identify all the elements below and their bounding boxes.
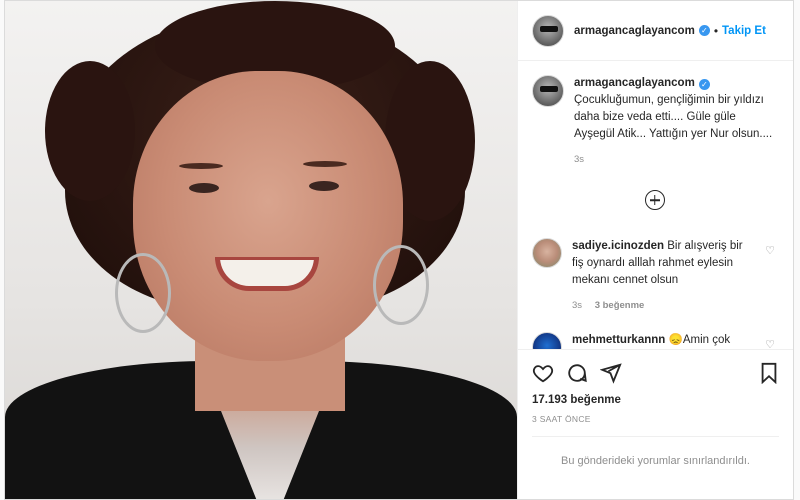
comment-like-heart-icon[interactable]: ♡ [765, 244, 775, 257]
follow-button[interactable]: Takip Et [722, 25, 766, 37]
earring [115, 253, 171, 333]
post-sidebar: armagancaglayancom ✓ • Takip Et armaganc… [517, 1, 793, 499]
post-photo[interactable] [5, 1, 517, 499]
post-actions: 17.193 beğenme 3 SAAT ÖNCE Bu gönderidek… [518, 349, 793, 499]
caption-avatar[interactable] [532, 75, 564, 107]
bookmark-icon[interactable] [759, 362, 779, 384]
comments-section[interactable]: armagancaglayancom ✓ Çocukluğumun, gençli… [518, 61, 793, 349]
comment-item: mehmetturkannn 😞Amin çok severdim ne kad… [532, 332, 777, 349]
verified-badge-icon: ✓ [698, 25, 710, 36]
photo-face [133, 71, 403, 361]
heart-icon[interactable] [532, 362, 554, 384]
comments-restricted-notice: Bu gönderideki yorumlar sınırlandırıldı. [532, 436, 779, 467]
likes-label: beğenme [570, 394, 621, 406]
commenter-avatar[interactable] [532, 238, 562, 268]
earring [373, 245, 429, 325]
comment-likes[interactable]: 3 beğenme [595, 300, 645, 311]
likes-number: 17.193 [532, 394, 568, 406]
caption-text: Çocukluğumun, gençliğimin bir yıldızı da… [574, 94, 773, 140]
verified-badge-icon: ✓ [698, 79, 710, 90]
post-header: armagancaglayancom ✓ • Takip Et [518, 1, 793, 61]
comment-username[interactable]: sadiye.icinozden [572, 240, 664, 252]
comment-time: 3s [572, 300, 583, 311]
commenter-avatar[interactable] [532, 332, 562, 349]
share-icon[interactable] [600, 362, 622, 384]
comment-like-heart-icon[interactable]: ♡ [765, 338, 775, 349]
likes-count[interactable]: 17.193 beğenme [532, 394, 779, 406]
comment-item: sadiye.icinozden Bir alışveriş bir fiş o… [532, 238, 777, 314]
comment-meta: 3s 3 beğenme [572, 297, 747, 314]
author-username[interactable]: armagancaglayancom [574, 25, 695, 37]
separator-dot: • [713, 23, 719, 38]
add-comment-icon[interactable] [644, 190, 665, 210]
author-avatar[interactable] [532, 14, 564, 47]
caption-username[interactable]: armagancaglayancom [574, 77, 695, 89]
caption-time: 3s [574, 154, 585, 165]
comment-icon[interactable] [566, 362, 588, 384]
instagram-post: armagancaglayancom ✓ • Takip Et armaganc… [4, 0, 794, 500]
comment-username[interactable]: mehmetturkannn [572, 334, 665, 346]
post-caption: armagancaglayancom ✓ Çocukluğumun, gençli… [532, 75, 777, 168]
post-timestamp: 3 SAAT ÖNCE [532, 414, 591, 424]
